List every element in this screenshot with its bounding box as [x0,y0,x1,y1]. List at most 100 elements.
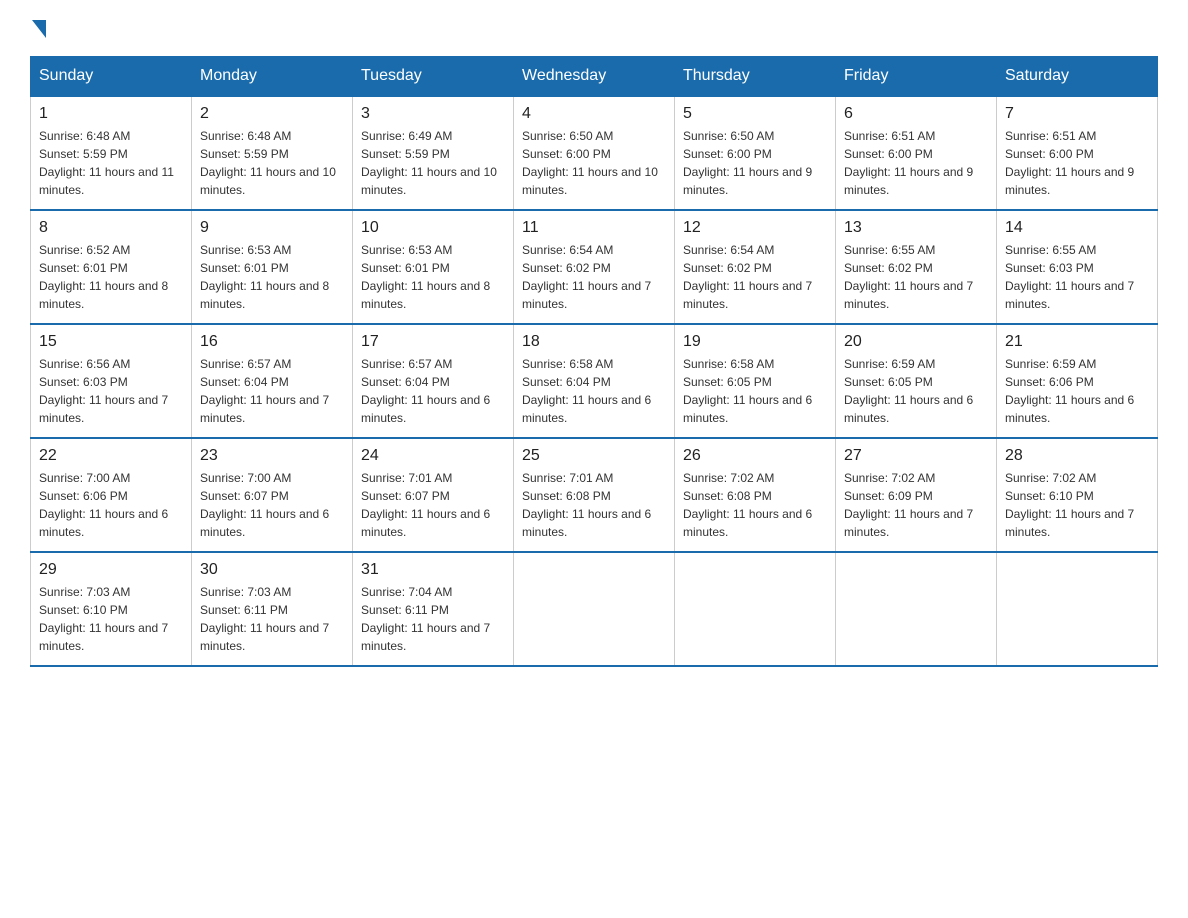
day-info: Sunrise: 6:48 AM Sunset: 5:59 PM Dayligh… [200,127,344,199]
calendar-cell: 26 Sunrise: 7:02 AM Sunset: 6:08 PM Dayl… [675,438,836,552]
day-info: Sunrise: 6:59 AM Sunset: 6:05 PM Dayligh… [844,355,988,427]
day-number: 4 [522,105,666,123]
calendar-cell: 8 Sunrise: 6:52 AM Sunset: 6:01 PM Dayli… [31,210,192,324]
calendar-cell: 7 Sunrise: 6:51 AM Sunset: 6:00 PM Dayli… [997,96,1158,210]
calendar-cell: 17 Sunrise: 6:57 AM Sunset: 6:04 PM Dayl… [353,324,514,438]
calendar-cell: 13 Sunrise: 6:55 AM Sunset: 6:02 PM Dayl… [836,210,997,324]
day-number: 26 [683,447,827,465]
calendar-cell: 29 Sunrise: 7:03 AM Sunset: 6:10 PM Dayl… [31,552,192,666]
calendar-cell: 30 Sunrise: 7:03 AM Sunset: 6:11 PM Dayl… [192,552,353,666]
day-number: 9 [200,219,344,237]
day-info: Sunrise: 6:54 AM Sunset: 6:02 PM Dayligh… [683,241,827,313]
week-row-4: 22 Sunrise: 7:00 AM Sunset: 6:06 PM Dayl… [31,438,1158,552]
calendar-cell: 18 Sunrise: 6:58 AM Sunset: 6:04 PM Dayl… [514,324,675,438]
day-number: 19 [683,333,827,351]
header-row: Sunday Monday Tuesday Wednesday Thursday… [31,57,1158,97]
day-number: 7 [1005,105,1149,123]
day-number: 27 [844,447,988,465]
day-number: 25 [522,447,666,465]
day-info: Sunrise: 6:57 AM Sunset: 6:04 PM Dayligh… [200,355,344,427]
week-row-1: 1 Sunrise: 6:48 AM Sunset: 5:59 PM Dayli… [31,96,1158,210]
calendar-cell [675,552,836,666]
day-number: 1 [39,105,183,123]
calendar-cell: 6 Sunrise: 6:51 AM Sunset: 6:00 PM Dayli… [836,96,997,210]
day-number: 21 [1005,333,1149,351]
calendar-cell: 1 Sunrise: 6:48 AM Sunset: 5:59 PM Dayli… [31,96,192,210]
day-number: 8 [39,219,183,237]
day-info: Sunrise: 7:02 AM Sunset: 6:08 PM Dayligh… [683,469,827,541]
calendar-cell: 5 Sunrise: 6:50 AM Sunset: 6:00 PM Dayli… [675,96,836,210]
calendar-cell: 20 Sunrise: 6:59 AM Sunset: 6:05 PM Dayl… [836,324,997,438]
day-info: Sunrise: 6:55 AM Sunset: 6:02 PM Dayligh… [844,241,988,313]
day-number: 11 [522,219,666,237]
day-info: Sunrise: 6:52 AM Sunset: 6:01 PM Dayligh… [39,241,183,313]
day-info: Sunrise: 6:50 AM Sunset: 6:00 PM Dayligh… [683,127,827,199]
day-info: Sunrise: 6:49 AM Sunset: 5:59 PM Dayligh… [361,127,505,199]
day-info: Sunrise: 7:04 AM Sunset: 6:11 PM Dayligh… [361,583,505,655]
calendar-cell: 21 Sunrise: 6:59 AM Sunset: 6:06 PM Dayl… [997,324,1158,438]
day-info: Sunrise: 6:51 AM Sunset: 6:00 PM Dayligh… [1005,127,1149,199]
day-number: 31 [361,561,505,579]
day-number: 12 [683,219,827,237]
calendar-cell: 31 Sunrise: 7:04 AM Sunset: 6:11 PM Dayl… [353,552,514,666]
calendar-cell [836,552,997,666]
day-info: Sunrise: 7:01 AM Sunset: 6:07 PM Dayligh… [361,469,505,541]
day-info: Sunrise: 6:58 AM Sunset: 6:04 PM Dayligh… [522,355,666,427]
day-number: 20 [844,333,988,351]
header-saturday: Saturday [997,57,1158,97]
week-row-2: 8 Sunrise: 6:52 AM Sunset: 6:01 PM Dayli… [31,210,1158,324]
calendar-cell: 23 Sunrise: 7:00 AM Sunset: 6:07 PM Dayl… [192,438,353,552]
day-info: Sunrise: 7:00 AM Sunset: 6:06 PM Dayligh… [39,469,183,541]
header-thursday: Thursday [675,57,836,97]
day-info: Sunrise: 7:03 AM Sunset: 6:10 PM Dayligh… [39,583,183,655]
calendar-cell: 25 Sunrise: 7:01 AM Sunset: 6:08 PM Dayl… [514,438,675,552]
logo-arrow-icon [32,20,46,38]
calendar-cell: 12 Sunrise: 6:54 AM Sunset: 6:02 PM Dayl… [675,210,836,324]
day-number: 14 [1005,219,1149,237]
calendar-cell: 2 Sunrise: 6:48 AM Sunset: 5:59 PM Dayli… [192,96,353,210]
day-number: 15 [39,333,183,351]
day-number: 30 [200,561,344,579]
calendar-cell [514,552,675,666]
day-number: 2 [200,105,344,123]
header-tuesday: Tuesday [353,57,514,97]
day-number: 23 [200,447,344,465]
day-info: Sunrise: 6:48 AM Sunset: 5:59 PM Dayligh… [39,127,183,199]
header-friday: Friday [836,57,997,97]
day-info: Sunrise: 6:50 AM Sunset: 6:00 PM Dayligh… [522,127,666,199]
logo [30,20,48,38]
calendar-cell: 10 Sunrise: 6:53 AM Sunset: 6:01 PM Dayl… [353,210,514,324]
day-info: Sunrise: 7:02 AM Sunset: 6:09 PM Dayligh… [844,469,988,541]
day-number: 16 [200,333,344,351]
calendar-cell: 9 Sunrise: 6:53 AM Sunset: 6:01 PM Dayli… [192,210,353,324]
day-number: 13 [844,219,988,237]
page-header [30,20,1158,38]
day-number: 28 [1005,447,1149,465]
day-info: Sunrise: 7:00 AM Sunset: 6:07 PM Dayligh… [200,469,344,541]
calendar-cell [997,552,1158,666]
calendar-cell: 19 Sunrise: 6:58 AM Sunset: 6:05 PM Dayl… [675,324,836,438]
calendar-cell: 4 Sunrise: 6:50 AM Sunset: 6:00 PM Dayli… [514,96,675,210]
day-number: 18 [522,333,666,351]
day-info: Sunrise: 6:59 AM Sunset: 6:06 PM Dayligh… [1005,355,1149,427]
calendar-cell: 14 Sunrise: 6:55 AM Sunset: 6:03 PM Dayl… [997,210,1158,324]
day-number: 6 [844,105,988,123]
day-number: 5 [683,105,827,123]
day-info: Sunrise: 6:53 AM Sunset: 6:01 PM Dayligh… [361,241,505,313]
day-info: Sunrise: 6:53 AM Sunset: 6:01 PM Dayligh… [200,241,344,313]
day-number: 3 [361,105,505,123]
day-info: Sunrise: 7:01 AM Sunset: 6:08 PM Dayligh… [522,469,666,541]
header-monday: Monday [192,57,353,97]
calendar-table: Sunday Monday Tuesday Wednesday Thursday… [30,56,1158,667]
calendar-cell: 11 Sunrise: 6:54 AM Sunset: 6:02 PM Dayl… [514,210,675,324]
day-info: Sunrise: 6:54 AM Sunset: 6:02 PM Dayligh… [522,241,666,313]
day-number: 17 [361,333,505,351]
day-info: Sunrise: 6:51 AM Sunset: 6:00 PM Dayligh… [844,127,988,199]
day-info: Sunrise: 6:56 AM Sunset: 6:03 PM Dayligh… [39,355,183,427]
day-info: Sunrise: 6:58 AM Sunset: 6:05 PM Dayligh… [683,355,827,427]
day-info: Sunrise: 6:57 AM Sunset: 6:04 PM Dayligh… [361,355,505,427]
week-row-5: 29 Sunrise: 7:03 AM Sunset: 6:10 PM Dayl… [31,552,1158,666]
header-wednesday: Wednesday [514,57,675,97]
day-number: 29 [39,561,183,579]
calendar-cell: 24 Sunrise: 7:01 AM Sunset: 6:07 PM Dayl… [353,438,514,552]
